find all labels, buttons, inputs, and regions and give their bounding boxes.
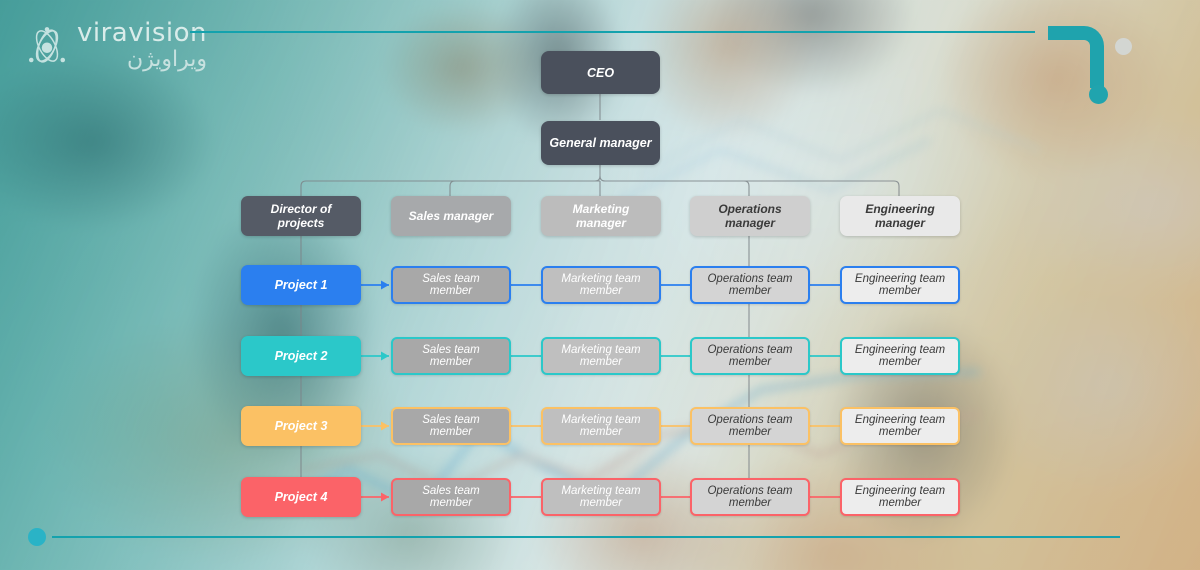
node-project-1-sales-team-member[interactable]: Sales team member <box>391 266 511 304</box>
node-project-4-marketing-team-member[interactable]: Marketing team member <box>541 478 661 516</box>
node-project-1[interactable]: Project 1 <box>241 265 361 305</box>
node-marketing-manager[interactable]: Marketing manager <box>541 196 661 236</box>
node-project-3-engineering-team-member[interactable]: Engineering team member <box>840 407 960 445</box>
node-project-2-operations-team-member[interactable]: Operations team member <box>690 337 810 375</box>
node-project-2[interactable]: Project 2 <box>241 336 361 376</box>
node-ceo[interactable]: CEO <box>541 51 660 94</box>
node-project-2-sales-team-member[interactable]: Sales team member <box>391 337 511 375</box>
node-project-4-operations-team-member[interactable]: Operations team member <box>690 478 810 516</box>
node-operations-manager[interactable]: Operations manager <box>690 196 810 236</box>
node-project-4[interactable]: Project 4 <box>241 477 361 517</box>
node-director-of-projects[interactable]: Director of projects <box>241 196 361 236</box>
node-engineering-manager[interactable]: Engineering manager <box>840 196 960 236</box>
node-project-3-sales-team-member[interactable]: Sales team member <box>391 407 511 445</box>
node-project-1-marketing-team-member[interactable]: Marketing team member <box>541 266 661 304</box>
node-general-manager[interactable]: General manager <box>541 121 660 165</box>
node-project-4-sales-team-member[interactable]: Sales team member <box>391 478 511 516</box>
node-project-2-marketing-team-member[interactable]: Marketing team member <box>541 337 661 375</box>
node-project-3-marketing-team-member[interactable]: Marketing team member <box>541 407 661 445</box>
node-sales-manager[interactable]: Sales manager <box>391 196 511 236</box>
node-project-3[interactable]: Project 3 <box>241 406 361 446</box>
node-project-3-operations-team-member[interactable]: Operations team member <box>690 407 810 445</box>
node-project-1-engineering-team-member[interactable]: Engineering team member <box>840 266 960 304</box>
node-project-4-engineering-team-member[interactable]: Engineering team member <box>840 478 960 516</box>
node-project-1-operations-team-member[interactable]: Operations team member <box>690 266 810 304</box>
org-chart: CEO General manager Director of projects Sa… <box>0 0 1200 570</box>
node-project-2-engineering-team-member[interactable]: Engineering team member <box>840 337 960 375</box>
